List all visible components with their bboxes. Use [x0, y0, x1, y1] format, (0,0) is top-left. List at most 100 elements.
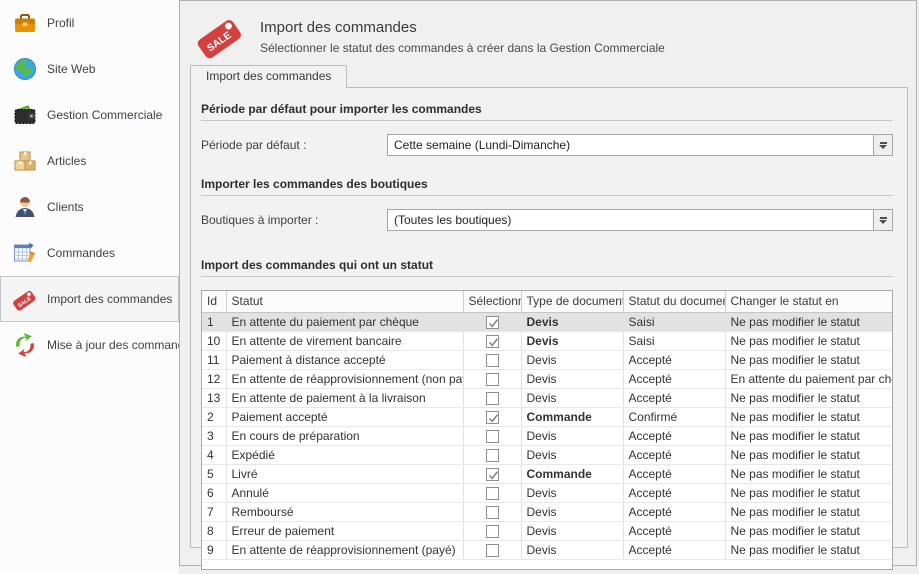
- sidebar-item-label: Commandes: [47, 246, 115, 260]
- shops-label: Boutiques à importer :: [201, 213, 387, 227]
- cell-id: 4: [202, 445, 226, 464]
- column-header-selectionne[interactable]: Sélectionné: [463, 291, 521, 312]
- page-title: Import des commandes: [260, 13, 665, 36]
- row-checkbox[interactable]: [486, 487, 499, 500]
- sidebar-item-mise-a-jour-des-commandes[interactable]: Mise à jour des commandes: [0, 322, 179, 368]
- sidebar: ProfilSite WebGestion Commerciale Article…: [0, 0, 179, 574]
- globe-icon: [12, 56, 38, 82]
- cell-changer-le-statut-en: Ne pas modifier le statut: [725, 483, 892, 502]
- cell-statut: En attente du paiement par chèque: [226, 312, 463, 331]
- sidebar-item-label: Articles: [47, 154, 86, 168]
- sidebar-item-import-des-commandes[interactable]: SALEImport des commandes: [0, 276, 179, 322]
- sidebar-item-label: Import des commandes: [47, 292, 172, 306]
- table-row[interactable]: 13En attente de paiement à la livraisonD…: [202, 388, 892, 407]
- table-row[interactable]: 4ExpédiéDevisAcceptéNe pas modifier le s…: [202, 445, 892, 464]
- table-row[interactable]: 5LivréCommandeAcceptéNe pas modifier le …: [202, 464, 892, 483]
- cell-selectionne: [463, 521, 521, 540]
- row-checkbox[interactable]: [486, 506, 499, 519]
- table-row[interactable]: 12En attente de réapprovisionnement (non…: [202, 369, 892, 388]
- sidebar-item-commandes[interactable]: Commandes: [0, 230, 179, 276]
- table-row[interactable]: 3En cours de préparationDevisAcceptéNe p…: [202, 426, 892, 445]
- chevron-down-icon[interactable]: [873, 210, 892, 230]
- cell-id: 5: [202, 464, 226, 483]
- table-header-row: IdStatutSélectionnéType de documentStatu…: [202, 291, 892, 312]
- row-checkbox[interactable]: [486, 392, 499, 405]
- period-label: Période par défaut :: [201, 138, 387, 152]
- column-header-statut[interactable]: Statut: [226, 291, 463, 312]
- wallet-icon: [12, 102, 38, 128]
- cell-statut-du-document: Accepté: [623, 483, 725, 502]
- column-header-type-de-document[interactable]: Type de document: [521, 291, 623, 312]
- table-row[interactable]: 1En attente du paiement par chèqueDevisS…: [202, 312, 892, 331]
- cell-type-de-document: Devis: [521, 350, 623, 369]
- cell-selectionne: [463, 483, 521, 502]
- table-row[interactable]: 8Erreur de paiementDevisAcceptéNe pas mo…: [202, 521, 892, 540]
- page-subtitle: Sélectionner le statut des commandes à c…: [260, 41, 665, 55]
- cell-changer-le-statut-en: Ne pas modifier le statut: [725, 331, 892, 350]
- cell-changer-le-statut-en: Ne pas modifier le statut: [725, 350, 892, 369]
- cell-statut-du-document: Saisi: [623, 331, 725, 350]
- cell-statut-du-document: Accepté: [623, 426, 725, 445]
- period-row: Période par défaut : Cette semaine (Lund…: [201, 134, 893, 156]
- period-dropdown-value: Cette semaine (Lundi-Dimanche): [388, 135, 873, 155]
- row-checkbox[interactable]: [486, 430, 499, 443]
- cell-id: 7: [202, 502, 226, 521]
- sync-arrows-icon: [12, 332, 38, 358]
- sale-tag-icon: SALE: [196, 13, 246, 62]
- shops-dropdown-value: (Toutes les boutiques): [388, 210, 873, 230]
- cell-statut-du-document: Accepté: [623, 388, 725, 407]
- cell-selectionne: [463, 502, 521, 521]
- sidebar-item-label: Mise à jour des commandes: [47, 338, 197, 352]
- cell-id: 2: [202, 407, 226, 426]
- tab-import-des-commandes[interactable]: Import des commandes: [190, 65, 347, 88]
- cell-statut-du-document: Accepté: [623, 521, 725, 540]
- column-header-statut-du-document[interactable]: Statut du document: [623, 291, 725, 312]
- row-checkbox[interactable]: [486, 525, 499, 538]
- sidebar-item-profil[interactable]: Profil: [0, 0, 179, 46]
- cell-statut-du-document: Accepté: [623, 540, 725, 559]
- table-row[interactable]: 11Paiement à distance acceptéDevisAccept…: [202, 350, 892, 369]
- sidebar-item-articles[interactable]: Articles: [0, 138, 179, 184]
- row-checkbox[interactable]: [486, 411, 499, 424]
- table-row[interactable]: 6AnnuléDevisAcceptéNe pas modifier le st…: [202, 483, 892, 502]
- panel-header: SALE Import des commandes Sélectionner l…: [180, 1, 916, 65]
- cell-statut: En cours de préparation: [226, 426, 463, 445]
- cell-type-de-document: Devis: [521, 426, 623, 445]
- sidebar-item-site-web[interactable]: Site Web: [0, 46, 179, 92]
- client-icon: [12, 194, 38, 220]
- table-row[interactable]: 9En attente de réapprovisionnement (payé…: [202, 540, 892, 559]
- sidebar-item-gestion-commerciale[interactable]: Gestion Commerciale: [0, 92, 179, 138]
- table-row[interactable]: 10En attente de virement bancaireDevisSa…: [202, 331, 892, 350]
- cell-statut: Livré: [226, 464, 463, 483]
- cell-selectionne: [463, 426, 521, 445]
- cell-selectionne: [463, 331, 521, 350]
- cell-id: 11: [202, 350, 226, 369]
- column-header-id[interactable]: Id: [202, 291, 226, 312]
- section-title-period: Période par défaut pour importer les com…: [201, 102, 893, 121]
- cell-changer-le-statut-en: Ne pas modifier le statut: [725, 445, 892, 464]
- row-checkbox[interactable]: [486, 373, 499, 386]
- cell-selectionne: [463, 407, 521, 426]
- cell-type-de-document: Devis: [521, 388, 623, 407]
- cell-type-de-document: Devis: [521, 331, 623, 350]
- period-dropdown[interactable]: Cette semaine (Lundi-Dimanche): [387, 134, 893, 156]
- row-checkbox[interactable]: [486, 468, 499, 481]
- chevron-down-icon[interactable]: [873, 135, 892, 155]
- table-row[interactable]: 2Paiement acceptéCommandeConfirméNe pas …: [202, 407, 892, 426]
- cell-statut: Expédié: [226, 445, 463, 464]
- row-checkbox[interactable]: [486, 449, 499, 462]
- cell-statut: Erreur de paiement: [226, 521, 463, 540]
- row-checkbox[interactable]: [486, 335, 499, 348]
- sidebar-item-clients[interactable]: Clients: [0, 184, 179, 230]
- row-checkbox[interactable]: [486, 316, 499, 329]
- cell-changer-le-statut-en: Ne pas modifier le statut: [725, 540, 892, 559]
- cell-statut-du-document: Accepté: [623, 464, 725, 483]
- cell-selectionne: [463, 350, 521, 369]
- table-row[interactable]: 7RembourséDevisAcceptéNe pas modifier le…: [202, 502, 892, 521]
- row-checkbox[interactable]: [486, 544, 499, 557]
- row-checkbox[interactable]: [486, 354, 499, 367]
- shops-dropdown[interactable]: (Toutes les boutiques): [387, 209, 893, 231]
- cell-type-de-document: Devis: [521, 483, 623, 502]
- cell-statut-du-document: Accepté: [623, 445, 725, 464]
- column-header-changer-le-statut-en[interactable]: Changer le statut en: [725, 291, 892, 312]
